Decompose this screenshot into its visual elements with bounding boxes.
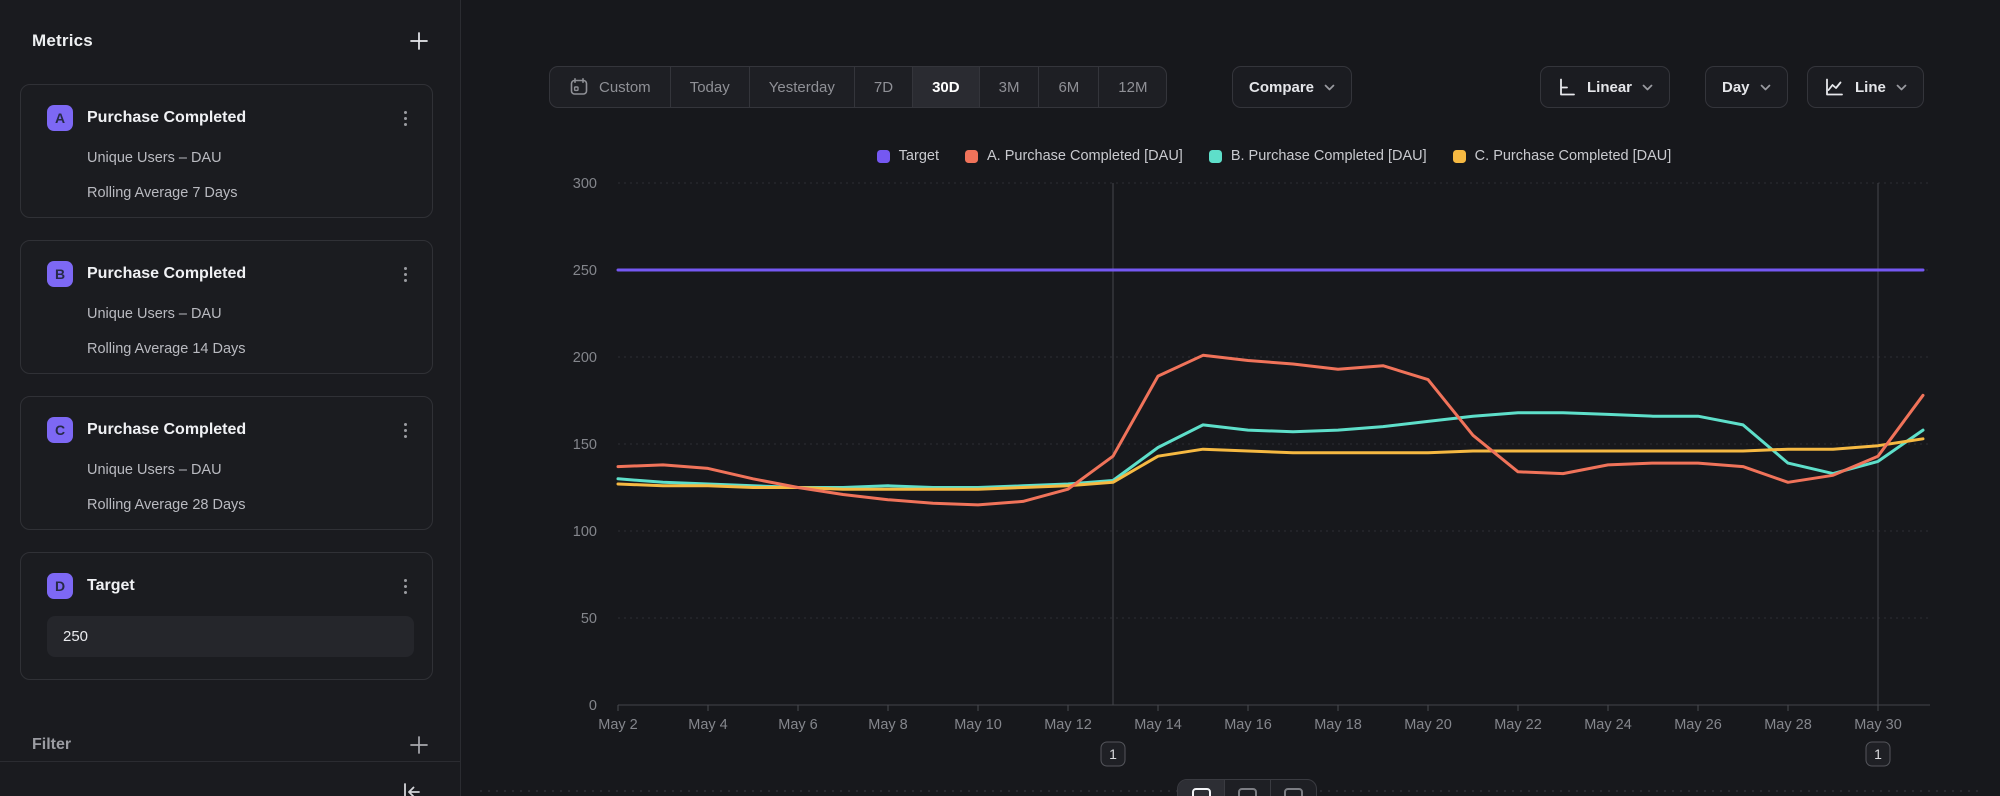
target-value-input[interactable] — [47, 616, 414, 657]
split-view-button[interactable] — [1224, 780, 1270, 796]
x-axis-label: May 12 — [1044, 717, 1092, 733]
x-axis-label: May 28 — [1764, 717, 1812, 733]
y-axis-label: 300 — [573, 176, 597, 192]
y-axis-label: 200 — [573, 350, 597, 366]
metric-menu-button[interactable] — [396, 419, 414, 441]
y-axis-label: 100 — [573, 524, 597, 540]
annotation-badge[interactable]: 1 — [1866, 742, 1890, 766]
metric-transform[interactable]: Rolling Average 28 Days — [87, 497, 414, 513]
metric-title: Purchase Completed — [87, 421, 396, 439]
chart-panel: CustomTodayYesterday7D30D3M6M12M Compare… — [461, 0, 2000, 796]
target-card[interactable]: D Target — [20, 552, 433, 680]
metric-measure[interactable]: Unique Users – DAU — [87, 306, 414, 322]
x-axis-label: May 2 — [598, 717, 638, 733]
chart-view-button[interactable] — [1178, 780, 1224, 796]
sidebar-divider — [0, 761, 460, 762]
metrics-sidebar: Metrics A Purchase Completed Unique User… — [0, 0, 461, 796]
view-toggle-control — [1177, 779, 1317, 796]
metric-card-a[interactable]: A Purchase Completed Unique Users – DAU … — [20, 84, 433, 218]
filter-title: Filter — [32, 736, 71, 754]
filter-section: Filter — [32, 730, 432, 760]
metric-menu-button[interactable] — [396, 263, 414, 285]
collapse-sidebar-button[interactable] — [400, 780, 428, 796]
table-view-icon — [1284, 788, 1303, 796]
y-axis-label: 250 — [573, 263, 597, 279]
plus-icon — [408, 734, 430, 756]
chart-view-icon — [1192, 788, 1211, 796]
x-axis-label: May 26 — [1674, 717, 1722, 733]
table-view-button[interactable] — [1270, 780, 1316, 796]
metric-menu-button[interactable] — [396, 107, 414, 129]
x-axis-label: May 14 — [1134, 717, 1182, 733]
collapse-left-icon — [400, 780, 424, 796]
metric-card-b[interactable]: B Purchase Completed Unique Users – DAU … — [20, 240, 433, 374]
metric-transform[interactable]: Rolling Average 14 Days — [87, 341, 414, 357]
metric-measure[interactable]: Unique Users – DAU — [87, 462, 414, 478]
x-axis-label: May 30 — [1854, 717, 1902, 733]
y-axis-label: 150 — [573, 437, 597, 453]
x-axis-label: May 6 — [778, 717, 818, 733]
metric-badge-a: A — [47, 105, 73, 131]
y-axis-label: 50 — [581, 611, 597, 627]
add-filter-button[interactable] — [406, 732, 432, 758]
plus-icon — [408, 30, 430, 52]
svg-text:1: 1 — [1109, 746, 1117, 762]
x-axis-label: May 16 — [1224, 717, 1272, 733]
split-view-icon — [1238, 788, 1257, 796]
x-axis-label: May 4 — [688, 717, 728, 733]
metric-card-c[interactable]: C Purchase Completed Unique Users – DAU … — [20, 396, 433, 530]
metric-transform[interactable]: Rolling Average 7 Days — [87, 185, 414, 201]
y-axis-label: 0 — [589, 698, 597, 714]
metrics-header: Metrics — [32, 26, 432, 56]
line-chart[interactable]: 0 50 100 150 200 250 300 May 2 May 4 May 6 May 8 Ma… — [461, 0, 2000, 796]
metrics-chart-builder: Metrics A Purchase Completed Unique User… — [0, 0, 2000, 796]
x-axis-label: May 8 — [868, 717, 908, 733]
svg-text:1: 1 — [1874, 746, 1882, 762]
target-title: Target — [87, 577, 396, 595]
metrics-title: Metrics — [32, 31, 93, 51]
metric-title: Purchase Completed — [87, 109, 396, 127]
metric-title: Purchase Completed — [87, 265, 396, 283]
x-axis-label: May 20 — [1404, 717, 1452, 733]
x-axis-label: May 22 — [1494, 717, 1542, 733]
metric-badge-c: C — [47, 417, 73, 443]
metric-badge-b: B — [47, 261, 73, 287]
add-metric-button[interactable] — [406, 28, 432, 54]
metric-badge-d: D — [47, 573, 73, 599]
annotation-badge[interactable]: 1 — [1101, 742, 1125, 766]
metric-measure[interactable]: Unique Users – DAU — [87, 150, 414, 166]
x-axis-label: May 10 — [954, 717, 1002, 733]
x-axis-label: May 24 — [1584, 717, 1632, 733]
x-axis-label: May 18 — [1314, 717, 1362, 733]
target-menu-button[interactable] — [396, 575, 414, 597]
